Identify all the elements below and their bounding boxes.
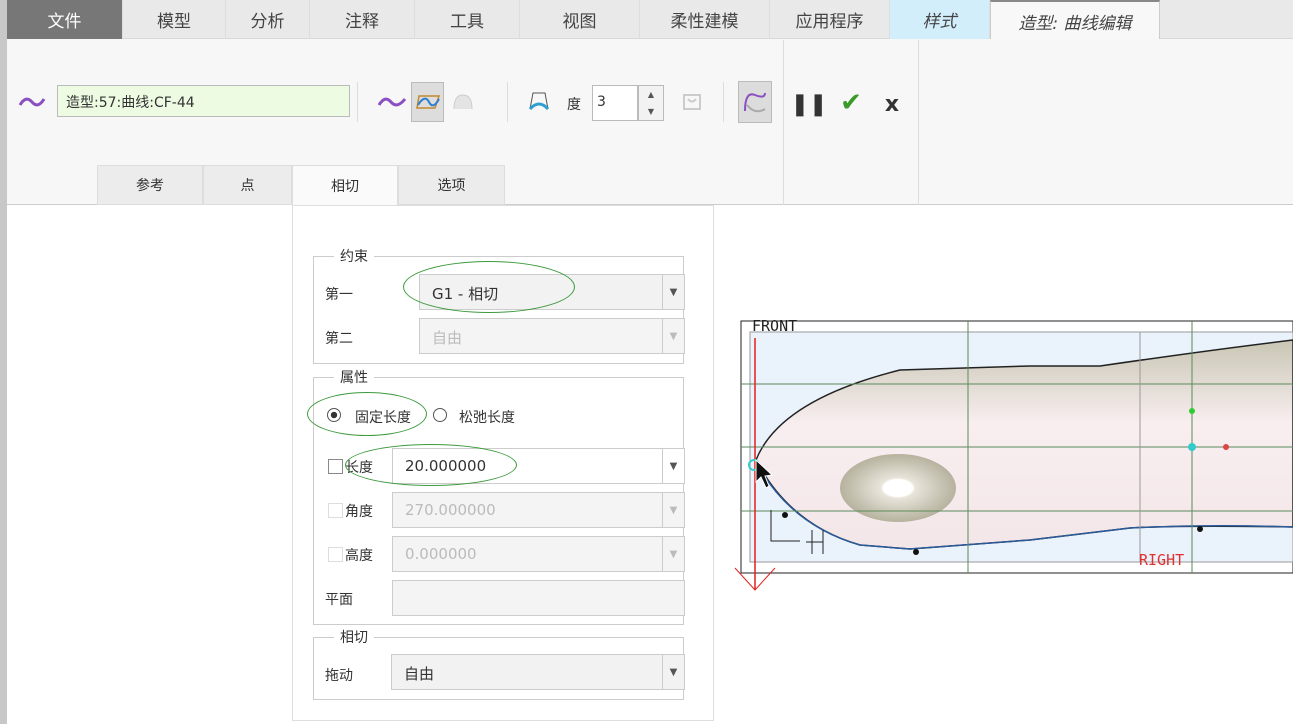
surface-icon[interactable]	[674, 86, 710, 118]
curvature-icon[interactable]	[738, 81, 772, 123]
tab-annotate[interactable]: 注释	[310, 0, 415, 39]
tab-tools[interactable]: 工具	[415, 0, 520, 39]
tab-applications[interactable]: 应用程序	[770, 0, 890, 39]
chevron-down-icon: ▼	[662, 537, 684, 571]
eye-feature	[840, 454, 956, 522]
pause-icon[interactable]: ❚❚	[791, 90, 828, 118]
drag-label: 拖动	[325, 668, 353, 684]
relaxed-length-label: 松弛长度	[459, 410, 515, 426]
divider	[918, 40, 919, 205]
ribbon-tab-bar: 文件 模型 分析 注释 工具 视图 柔性建模 应用程序 样式 造型: 曲线编辑	[7, 0, 1293, 40]
relaxed-length-radio[interactable]	[433, 408, 447, 422]
plane-label: 平面	[325, 592, 353, 608]
tab-model[interactable]: 模型	[123, 0, 226, 39]
angle-checkbox[interactable]	[328, 503, 343, 518]
second-constraint-value: 自由	[432, 329, 463, 347]
divider	[507, 82, 508, 122]
free-curve-icon[interactable]	[375, 88, 409, 116]
height-value: 0.000000	[405, 545, 477, 563]
chevron-down-icon: ▼	[662, 275, 684, 309]
control-point[interactable]	[913, 549, 919, 555]
height-label: 高度	[345, 548, 373, 564]
left-edge	[0, 0, 7, 724]
cancel-x-icon[interactable]: x	[878, 90, 906, 118]
control-point[interactable]	[782, 512, 788, 518]
angle-input[interactable]: 270.000000 ▼	[392, 492, 685, 528]
planar-curve-icon[interactable]	[411, 82, 444, 122]
drag-select[interactable]: 自由 ▼	[391, 654, 685, 690]
tangent-title: 相切	[334, 627, 374, 647]
angle-label: 角度	[345, 504, 373, 520]
control-point[interactable]	[1188, 443, 1196, 451]
constraint-title: 约束	[334, 246, 374, 266]
second-label: 第二	[325, 331, 353, 347]
tangency-panel: 约束 第一 G1 - 相切 ▼ 第二 自由 ▼ 属性 固定长度 松弛长度 长度 20…	[292, 205, 714, 721]
right-label: RIGHT	[1139, 551, 1184, 569]
chevron-down-icon: ▼	[662, 319, 684, 353]
control-polygon-icon[interactable]	[524, 86, 554, 116]
tab-view[interactable]: 视图	[520, 0, 640, 39]
front-label: FRONT	[752, 317, 797, 335]
tab-style[interactable]: 样式	[890, 0, 990, 39]
subtab-points[interactable]: 点	[203, 165, 292, 205]
second-constraint-select[interactable]: 自由 ▼	[419, 318, 685, 354]
divider	[783, 40, 784, 205]
subtab-references[interactable]: 参考	[97, 165, 203, 205]
drag-value: 自由	[404, 665, 435, 683]
control-point[interactable]	[1223, 444, 1229, 450]
tab-curve-edit[interactable]: 造型: 曲线编辑	[990, 0, 1160, 40]
highlight-ellipse	[345, 444, 517, 486]
tab-flexible-modeling[interactable]: 柔性建模	[640, 0, 770, 39]
control-point[interactable]	[1189, 408, 1195, 414]
properties-title: 属性	[334, 367, 374, 387]
degree-input[interactable]: 3	[592, 85, 638, 121]
height-input[interactable]: 0.000000 ▼	[392, 536, 685, 572]
subtab-tangency[interactable]: 相切	[292, 165, 398, 206]
highlight-ellipse	[403, 261, 575, 313]
curve-name-field[interactable]: 造型:57:曲线:CF-44	[57, 85, 350, 117]
confirm-check-icon[interactable]: ✔	[834, 88, 868, 118]
degree-label: 度	[567, 97, 581, 113]
chevron-down-icon: ▼	[662, 493, 684, 527]
degree-spinner[interactable]: ▲ ▼	[638, 85, 664, 121]
chevron-down-icon: ▼	[662, 449, 684, 483]
angle-value: 270.000000	[405, 501, 496, 519]
first-label: 第一	[325, 287, 353, 303]
control-point[interactable]	[1197, 526, 1203, 532]
tab-file[interactable]: 文件	[7, 0, 123, 39]
chevron-down-icon: ▼	[662, 655, 684, 689]
divider	[723, 82, 724, 122]
height-checkbox[interactable]	[328, 547, 343, 562]
curve-icon	[16, 90, 48, 114]
plane-input[interactable]	[392, 580, 685, 616]
highlight-ellipse	[307, 392, 427, 436]
model-viewport[interactable]: FRONT RIGHT	[730, 310, 1293, 600]
tab-analysis[interactable]: 分析	[226, 0, 310, 39]
cos-curve-icon[interactable]	[448, 88, 478, 116]
divider	[357, 82, 358, 122]
subtab-options[interactable]: 选项	[398, 165, 505, 205]
length-checkbox[interactable]	[328, 459, 343, 474]
